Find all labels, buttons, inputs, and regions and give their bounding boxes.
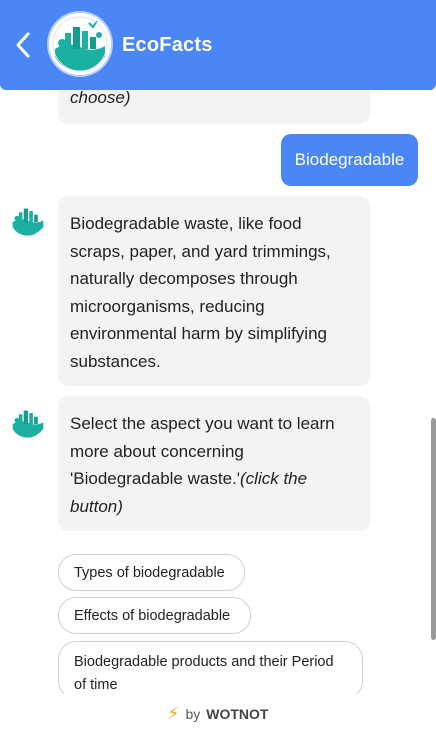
powered-by-footer[interactable]: ⚡ by WOTNOT [0,694,436,734]
bot-avatar [9,402,47,440]
message-text: Select the aspect you want to learn more… [70,410,354,520]
user-message: Biodegradable [281,134,418,186]
bot-message: Biodegradable waste, like food scraps, p… [58,196,370,386]
message-text: Biodegradable [294,150,405,169]
bot-avatar-large [49,13,111,75]
eco-city-globe-icon [12,208,44,236]
chat-header: EcoFacts [0,0,436,90]
chat-scrollbar[interactable] [431,418,436,640]
option-label: Types of biodegradable [74,564,225,581]
lightning-bolt-icon: ⚡ [167,704,180,723]
footer-brand: WOTNOT [206,706,269,722]
bot-name: EcoFacts [122,34,213,56]
bot-message: choose) [58,90,370,124]
eco-city-globe-icon [52,16,108,72]
bot-message: Select the aspect you want to learn more… [58,396,370,531]
chevron-left-icon [16,32,30,58]
eco-city-globe-icon [12,410,44,438]
option-label: Biodegradable products and their Period … [74,654,334,693]
message-text: choose) [70,90,131,107]
option-biodegradable-products[interactable]: Biodegradable products and their Period … [58,641,363,694]
option-effects-of-biodegradable[interactable]: Effects of biodegradable [58,597,251,634]
chat-transcript[interactable]: choose) Biodegradable Biodegradable wast… [0,90,436,694]
message-text: Biodegradable waste, like food scraps, p… [70,214,331,371]
option-types-of-biodegradable[interactable]: Types of biodegradable [58,554,245,591]
back-button[interactable] [10,28,36,62]
bot-avatar [9,200,47,238]
option-label: Effects of biodegradable [74,607,231,624]
footer-prefix: by [185,706,201,722]
